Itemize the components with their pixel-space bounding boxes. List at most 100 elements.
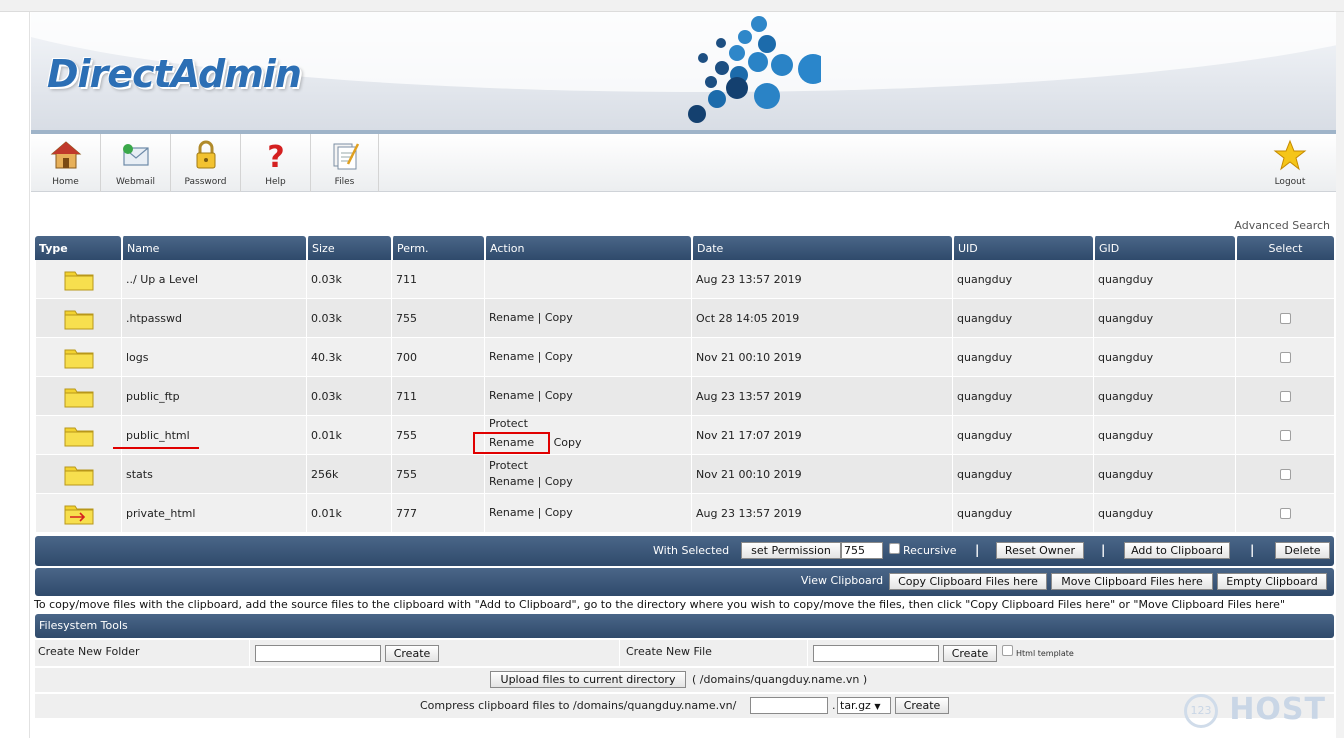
table-row[interactable]: private_html 0.01k 777 Rename | Copy Aug 23 … — [35, 494, 1334, 533]
name-cell[interactable]: private_html — [121, 494, 306, 533]
perm-cell[interactable]: 711 — [391, 260, 484, 299]
toolbar-home[interactable]: Home — [31, 134, 101, 192]
table-row[interactable]: public_html 0.01k 755 Protect Rename Copy Nov… — [35, 416, 1334, 455]
directadmin-logo[interactable]: DirectAdmin — [47, 52, 302, 96]
name-cell[interactable]: .htpasswd — [121, 299, 306, 338]
compress-create-button[interactable]: Create — [895, 697, 949, 714]
copy-link[interactable]: Copy — [545, 350, 573, 363]
perm-cell[interactable]: 755 — [391, 299, 484, 338]
recursive-checkbox[interactable] — [889, 543, 900, 554]
col-size[interactable]: Size — [306, 236, 391, 260]
compress-format-select[interactable]: tar.gz ▼ — [837, 697, 891, 714]
col-select: Select — [1235, 236, 1334, 260]
rename-link[interactable]: Rename — [489, 350, 534, 363]
toolbar-webmail[interactable]: Webmail — [101, 134, 171, 192]
create-file-button[interactable]: Create — [943, 645, 997, 662]
rename-link[interactable]: Rename — [489, 311, 534, 324]
file-name-link[interactable]: private_html — [126, 507, 195, 520]
folder-icon[interactable] — [64, 345, 94, 369]
move-clipboard-here-button[interactable]: Move Clipboard Files here — [1051, 573, 1213, 590]
row-actions: Rename | Copy — [489, 349, 687, 365]
col-type[interactable]: Type — [35, 236, 121, 260]
select-checkbox[interactable] — [1279, 508, 1291, 519]
folder-icon[interactable] — [64, 462, 94, 486]
action-cell — [484, 260, 691, 299]
folder-link-icon[interactable] — [64, 501, 94, 525]
select-checkbox[interactable] — [1279, 469, 1291, 480]
folder-icon[interactable] — [64, 267, 94, 291]
name-cell[interactable]: public_html — [121, 416, 306, 455]
page-scrollbar[interactable] — [1336, 12, 1344, 738]
file-name-link[interactable]: ../ Up a Level — [126, 273, 198, 286]
name-cell[interactable]: ../ Up a Level — [121, 260, 306, 299]
rename-link[interactable]: Rename — [473, 432, 551, 454]
folder-icon[interactable] — [64, 306, 94, 330]
name-cell[interactable]: logs — [121, 338, 306, 377]
table-row[interactable]: logs 40.3k 700 Rename | Copy Nov 21 00:10 20… — [35, 338, 1334, 377]
rename-link[interactable]: Rename — [489, 475, 534, 488]
perm-cell[interactable]: 755 — [391, 455, 484, 494]
col-date[interactable]: Date — [691, 236, 952, 260]
folder-icon[interactable] — [64, 384, 94, 408]
set-permission-button[interactable]: set Permission — [741, 542, 841, 559]
table-row[interactable]: ../ Up a Level 0.03k 711 Aug 23 13:57 2019 q… — [35, 260, 1334, 299]
perm-cell[interactable]: 755 — [391, 416, 484, 455]
reset-owner-button[interactable]: Reset Owner — [996, 542, 1084, 559]
mail-icon — [122, 144, 149, 166]
view-clipboard-button[interactable]: View Clipboard — [797, 573, 887, 590]
table-row[interactable]: stats 256k 755 Protect Rename | Copy Nov 21 0… — [35, 455, 1334, 494]
file-name-link[interactable]: public_html — [126, 429, 190, 442]
protect-link[interactable]: Protect — [489, 416, 687, 432]
table-row[interactable]: .htpasswd 0.03k 755 Rename | Copy Oct 28 14:… — [35, 299, 1334, 338]
size-cell: 256k — [306, 455, 391, 494]
copy-link[interactable]: Copy — [545, 506, 573, 519]
perm-cell[interactable]: 711 — [391, 377, 484, 416]
upload-files-button[interactable]: Upload files to current directory — [490, 671, 686, 688]
toolbar-help[interactable]: ? Help — [241, 134, 311, 192]
create-folder-button[interactable]: Create — [385, 645, 439, 662]
cell-divider — [807, 640, 808, 666]
copy-link[interactable]: Copy — [545, 311, 573, 324]
col-uid[interactable]: UID — [952, 236, 1093, 260]
type-cell — [35, 377, 121, 416]
add-to-clipboard-button[interactable]: Add to Clipboard — [1124, 542, 1230, 559]
file-name-link[interactable]: public_ftp — [126, 390, 180, 403]
toolbar-password[interactable]: Password — [171, 134, 241, 192]
copy-clipboard-here-button[interactable]: Copy Clipboard Files here — [889, 573, 1047, 590]
file-name-link[interactable]: .htpasswd — [126, 312, 182, 325]
file-name-link[interactable]: logs — [126, 351, 149, 364]
perm-cell[interactable]: 700 — [391, 338, 484, 377]
select-checkbox[interactable] — [1279, 313, 1291, 324]
new-file-input[interactable] — [813, 645, 939, 662]
select-checkbox[interactable] — [1279, 391, 1291, 402]
copy-link[interactable]: Copy — [554, 436, 582, 449]
empty-clipboard-button[interactable]: Empty Clipboard — [1217, 573, 1327, 590]
col-gid[interactable]: GID — [1093, 236, 1235, 260]
permission-input[interactable]: 755 — [841, 542, 883, 559]
toolbar-files[interactable]: Files — [311, 134, 379, 192]
size-cell: 0.01k — [306, 494, 391, 533]
html-template-checkbox[interactable] — [1002, 645, 1013, 656]
advanced-search-link[interactable]: Advanced Search — [1234, 219, 1330, 232]
name-cell[interactable]: stats — [121, 455, 306, 494]
copy-link[interactable]: Copy — [545, 475, 573, 488]
col-perm[interactable]: Perm. — [391, 236, 484, 260]
rename-link[interactable]: Rename — [489, 389, 534, 402]
public-html-highlight-underline — [113, 447, 199, 449]
compress-name-input[interactable] — [750, 697, 828, 714]
name-cell[interactable]: public_ftp — [121, 377, 306, 416]
col-name[interactable]: Name — [121, 236, 306, 260]
file-name-link[interactable]: stats — [126, 468, 153, 481]
delete-button[interactable]: Delete — [1275, 542, 1330, 559]
select-checkbox[interactable] — [1279, 430, 1291, 441]
copy-link[interactable]: Copy — [545, 389, 573, 402]
protect-link[interactable]: Protect — [489, 458, 687, 474]
toolbar-logout[interactable]: Logout — [1258, 134, 1322, 192]
perm-cell[interactable]: 777 — [391, 494, 484, 533]
row-actions: Rename Copy — [473, 432, 687, 454]
new-folder-input[interactable] — [255, 645, 381, 662]
select-checkbox[interactable] — [1279, 352, 1291, 363]
rename-link[interactable]: Rename — [489, 506, 534, 519]
folder-icon[interactable] — [64, 423, 94, 447]
table-row[interactable]: public_ftp 0.03k 711 Rename | Copy Aug 23 13… — [35, 377, 1334, 416]
